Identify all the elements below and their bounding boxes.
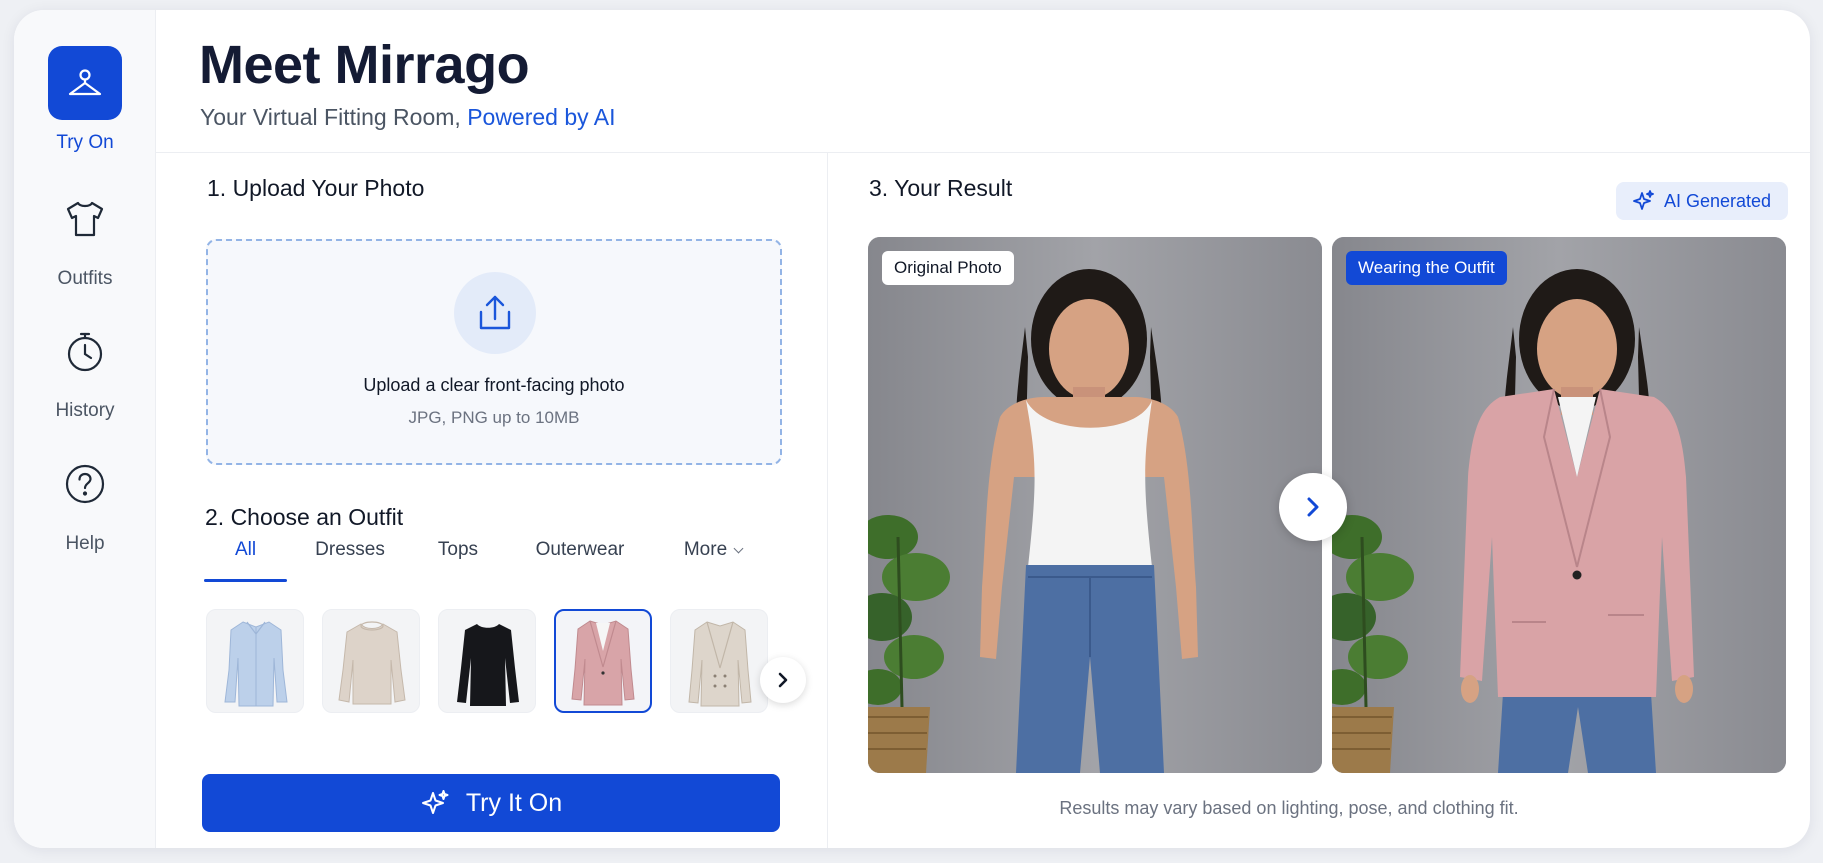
tshirt-icon [48,182,122,256]
chevron-down-icon [733,543,744,554]
try-it-on-button[interactable]: Try It On [202,774,780,832]
tab-dresses[interactable]: Dresses [300,539,400,583]
tab-label: All [234,539,257,560]
result-panel: 3. Your Result AI Generated Original Pho… [829,153,1810,848]
tab-more-dropdown[interactable]: More [668,539,758,583]
try-button-label: Try It On [465,788,563,817]
sidebar-item-outfits[interactable]: Outfits [14,182,156,290]
outfit-carousel [206,609,806,713]
outfit-item-beige-sweater[interactable] [322,609,420,713]
result-photo: Wearing the Outfit [1332,237,1786,773]
outfit-category-tabs: All Dresses Tops Outerwear More [204,539,764,583]
tab-tops[interactable]: Tops [422,539,494,583]
upload-instructions: Upload a clear front-facing photo [363,375,625,395]
tab-label: Outerwear [535,539,625,560]
active-tab-indicator [204,579,287,582]
tab-label: Tops [437,539,479,560]
result-photo-label: Wearing the Outfit [1346,251,1507,285]
help-circle-icon [48,447,122,521]
upload-file-requirements: JPG, PNG up to 10MB [408,408,580,427]
sidebar: Try On Outfits History Help [14,10,156,848]
original-photo-label: Original Photo [882,251,1014,285]
sidebar-item-help[interactable]: Help [14,447,156,555]
person-pink-blazer-image [1332,237,1786,773]
tab-label: Dresses [315,539,385,560]
blazer-thumbnail [571,620,635,706]
original-photo: Original Photo [868,237,1322,773]
upload-icon [454,272,536,354]
app-window: Try On Outfits History Help Meet Mirrago… [14,10,1810,848]
subtitle-accent: Powered by AI [467,104,616,130]
compare-next-button[interactable] [1279,473,1347,541]
input-panel: 1. Upload Your Photo Upload a clear fron… [156,153,828,848]
outfit-item-pink-blazer[interactable] [554,609,652,713]
sidebar-item-history[interactable]: History [14,314,156,422]
sidebar-item-label: Try On [56,132,114,153]
sparkle-icon [421,790,449,814]
ai-generated-badge: AI Generated [1616,182,1788,220]
outfit-item-black-top[interactable] [438,609,536,713]
chevron-right-icon [778,672,788,688]
hanger-icon [48,46,122,120]
tab-label: More [683,539,728,560]
result-disclaimer: Results may vary based on lighting, pose… [1059,798,1519,818]
tab-all[interactable]: All [204,539,287,583]
outfit-section-title: 2. Choose an Outfit [205,504,404,530]
sidebar-item-try-on[interactable]: Try On [14,46,156,154]
chevron-right-icon [1307,497,1319,517]
sweater-thumbnail [338,621,406,705]
person-white-tank-image [868,237,1322,773]
page-title: Meet Mirrago [199,35,530,95]
top-thumbnail [457,624,519,706]
shirt-thumbnail [224,621,288,707]
badge-label: AI Generated [1663,190,1772,211]
subtitle-text: Your Virtual Fitting Room, [200,104,468,130]
photo-upload-dropzone[interactable]: Upload a clear front-facing photo JPG, P… [206,239,782,465]
outfit-item-blue-shirt[interactable] [206,609,304,713]
tab-outerwear[interactable]: Outerwear [520,539,640,583]
blazer-thumbnail [688,621,752,707]
stopwatch-icon [48,314,122,388]
sidebar-item-label: History [55,400,115,421]
page-header: Meet Mirrago Your Virtual Fitting Room, … [156,10,1810,153]
result-section-title: 3. Your Result [869,175,1013,201]
upload-section-title: 1. Upload Your Photo [207,175,425,201]
carousel-next-button[interactable] [760,657,806,703]
outfit-item-cream-blazer[interactable] [670,609,768,713]
sparkle-icon [1633,190,1654,210]
page-subtitle: Your Virtual Fitting Room, Powered by AI [200,104,616,131]
sidebar-item-label: Help [65,533,105,554]
sidebar-item-label: Outfits [57,268,113,289]
